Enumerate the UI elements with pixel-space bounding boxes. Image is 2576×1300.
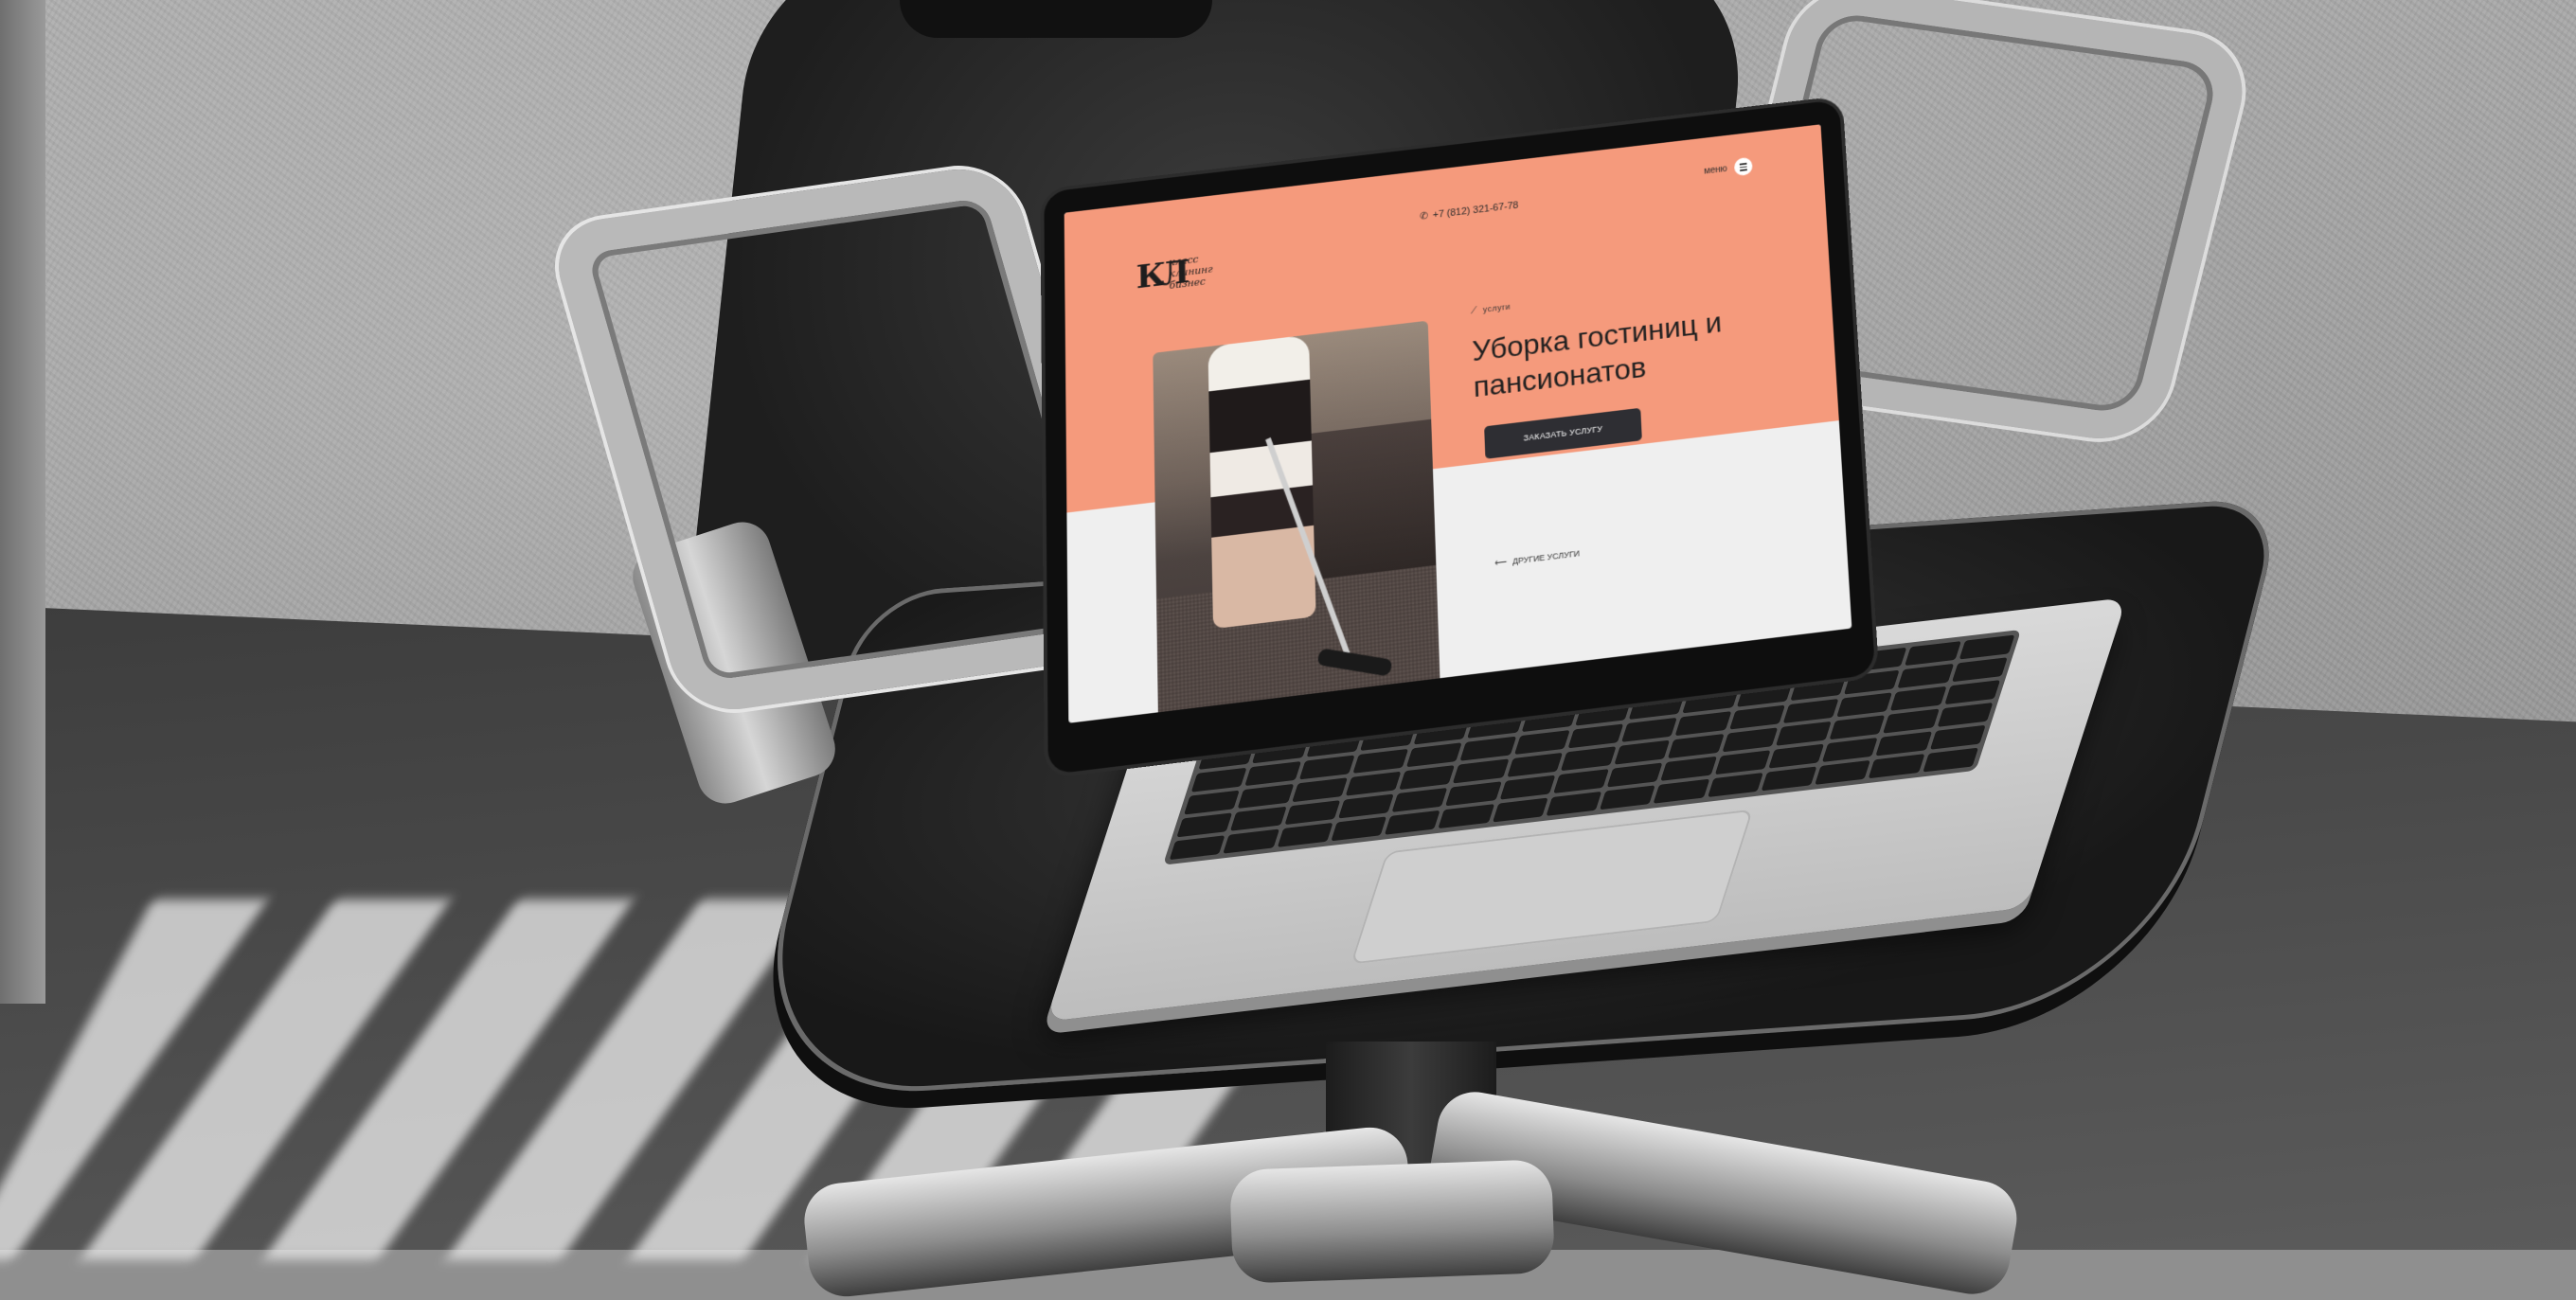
keyboard-key[interactable] (1460, 737, 1516, 761)
keyboard-key[interactable] (1952, 657, 2008, 682)
keyboard-key[interactable] (1298, 756, 1354, 780)
other-services-label: ДРУГИЕ УСЛУГИ (1512, 548, 1580, 565)
keyboard-key[interactable] (1499, 775, 1555, 800)
keyboard-key[interactable] (1959, 635, 2014, 660)
keyboard-key[interactable] (1898, 664, 1954, 688)
keyboard-key[interactable] (1445, 781, 1501, 806)
keyboard-key[interactable] (1762, 766, 1817, 791)
keyboard-key[interactable] (1191, 768, 1247, 792)
keyboard-key[interactable] (1230, 807, 1286, 831)
keyboard-key[interactable] (1352, 749, 1408, 774)
keyboard-key[interactable] (1654, 779, 1709, 804)
keyboard-key[interactable] (1453, 758, 1509, 783)
laptop-lid: КЛ класс клининг бизнес ✆ +7 (812) 321-6… (1044, 99, 1875, 775)
keyboard-key[interactable] (1708, 773, 1763, 797)
keyboard-key[interactable] (1406, 742, 1462, 767)
service-photo (1153, 321, 1440, 723)
keyboard-key[interactable] (1783, 699, 1839, 723)
keyboard-key[interactable] (1768, 744, 1824, 769)
keyboard-key[interactable] (1668, 734, 1724, 758)
keyboard-key[interactable] (1284, 800, 1340, 825)
keyboard-key[interactable] (1493, 798, 1548, 823)
keyboard-key[interactable] (1905, 641, 1961, 666)
arrow-left-icon: ⟵ (1494, 557, 1507, 568)
keyboard-key[interactable] (1553, 769, 1609, 793)
keyboard-key[interactable] (1331, 816, 1386, 841)
keyboard-key[interactable] (1937, 703, 1993, 727)
chair-backrest-slot (900, 0, 1212, 38)
keyboard-key[interactable] (1170, 835, 1225, 860)
sparkle-icon: ⟋ (1471, 306, 1478, 316)
keyboard-key[interactable] (1722, 727, 1778, 752)
keyboard-key[interactable] (1836, 692, 1892, 717)
keyboard-key[interactable] (1600, 785, 1655, 810)
keyboard-key[interactable] (1567, 723, 1623, 748)
other-services-link[interactable]: ⟵ ДРУГИЕ УСЛУГИ (1494, 548, 1580, 568)
hamburger-icon[interactable] (1734, 157, 1753, 177)
keyboard-key[interactable] (1884, 709, 1940, 734)
phone-icon: ✆ (1420, 210, 1428, 223)
keyboard-key[interactable] (1776, 721, 1832, 746)
keyboard-key[interactable] (1439, 804, 1494, 828)
keyboard-key[interactable] (1514, 730, 1570, 755)
logo-text: класс клининг бизнес (1169, 252, 1213, 292)
keyboard-key[interactable] (1292, 777, 1348, 802)
keyboard-key[interactable] (1392, 788, 1448, 812)
wall-pillar (0, 0, 45, 1004)
keyboard-key[interactable] (1507, 753, 1563, 777)
keyboard-key[interactable] (1546, 792, 1601, 816)
keyboard-key[interactable] (1277, 823, 1333, 847)
keyboard-key[interactable] (1399, 765, 1455, 790)
keyboard-key[interactable] (1338, 794, 1394, 819)
keyboard-key[interactable] (1869, 754, 1924, 778)
keyboard-key[interactable] (1661, 757, 1717, 781)
keyboard-key[interactable] (1890, 686, 1946, 711)
laptop-screen: КЛ класс клининг бизнес ✆ +7 (812) 321-6… (1064, 124, 1852, 722)
keyboard-key[interactable] (1607, 762, 1663, 787)
keyboard-key[interactable] (1944, 680, 2000, 704)
keyboard-key[interactable] (1561, 746, 1617, 771)
chair-leg (1229, 1159, 1555, 1284)
keyboard-key[interactable] (1184, 791, 1240, 815)
keyboard-key[interactable] (1876, 731, 1932, 756)
keyboard-key[interactable] (1176, 812, 1232, 837)
keyboard-key[interactable] (1385, 810, 1440, 835)
photo-housekeeper (1208, 334, 1315, 629)
menu-label: меню (1704, 164, 1727, 176)
keyboard-key[interactable] (1224, 829, 1279, 854)
photo-sofa (1293, 417, 1440, 581)
keyboard-key[interactable] (1615, 740, 1671, 765)
keyboard-key[interactable] (1714, 750, 1770, 775)
keyboard-key[interactable] (1815, 760, 1870, 785)
keyboard-key[interactable] (1245, 761, 1301, 786)
keyboard-key[interactable] (1822, 738, 1878, 762)
keyboard-key[interactable] (1675, 711, 1731, 736)
keyboard-key[interactable] (1345, 772, 1401, 796)
keyboard-key[interactable] (1621, 718, 1677, 742)
keyboard-key[interactable] (1923, 748, 1978, 773)
keyboard-key[interactable] (1930, 725, 1986, 750)
keyboard-key[interactable] (1729, 705, 1785, 730)
keyboard-key[interactable] (1830, 715, 1886, 739)
keyboard-key[interactable] (1238, 784, 1294, 809)
